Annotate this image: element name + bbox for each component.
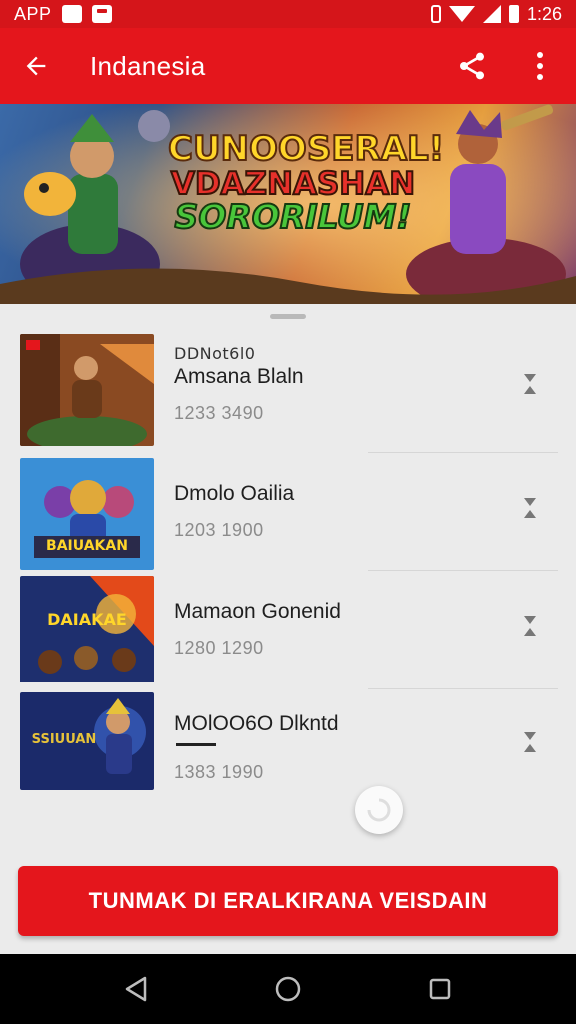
wifi-icon — [448, 6, 475, 22]
banner-line-2: VDAZNASHAN — [170, 165, 416, 202]
game-name: Dmolo Oailia — [174, 482, 295, 505]
divider — [368, 452, 558, 453]
home-circle-icon — [275, 976, 301, 1002]
divider — [368, 688, 558, 689]
primary-action-button[interactable]: TUNMAK DI ERALKIRANA VEISDAIN — [18, 866, 558, 936]
notification-icon — [61, 5, 82, 23]
nav-home-button[interactable] — [266, 967, 310, 1011]
message-icon — [91, 5, 112, 23]
list-item[interactable]: DDNot6l0 Amsana Blaln 1233 3490 — [0, 334, 576, 446]
game-list-sheet: DDNot6l0 Amsana Blaln 1233 3490 BAIUAKAN… — [0, 304, 576, 954]
thumbnail-caption: SSIUUAN — [31, 732, 97, 747]
promo-banner[interactable]: CUNOOSERAL! VDAZNASHAN SORORILUM! — [0, 104, 576, 304]
divider — [368, 570, 558, 571]
refresh-icon — [367, 798, 391, 822]
recents-square-icon — [429, 978, 451, 1000]
download-button[interactable] — [510, 722, 550, 762]
game-size: 1383 1990 — [174, 762, 264, 782]
underline-mark — [176, 743, 216, 747]
game-name: Mamaon Gonenid — [174, 600, 341, 623]
download-icon — [524, 732, 536, 752]
game-thumbnail — [20, 334, 154, 446]
list-item[interactable]: BAIUAKAN Dmolo Oailia 1203 1900 — [0, 458, 576, 570]
download-button[interactable] — [510, 364, 550, 404]
status-time: 1:26 — [526, 3, 562, 24]
share-icon — [460, 52, 484, 80]
game-size: 1280 1290 — [174, 638, 264, 658]
list-item[interactable]: SSIUUAN MOlOO6O Dlkntd 1383 1990 — [0, 692, 576, 804]
app-bar: Indanesia — [0, 28, 576, 104]
game-size: 1203 1900 — [174, 520, 264, 540]
banner-title: CUNOOSERAL! VDAZNASHAN SORORILUM! — [167, 129, 445, 237]
more-options-button[interactable] — [514, 28, 566, 104]
status-app-label: APP — [14, 3, 52, 24]
game-thumbnail: SSIUUAN — [20, 692, 154, 790]
loading-spinner — [355, 786, 403, 834]
banner-line-3: SORORILUM! — [174, 197, 413, 237]
thumbnail-caption: BAIUAKAN — [46, 538, 128, 554]
list-item[interactable]: DAIAKAE Mamaon Gonenid 1280 1290 — [0, 576, 576, 688]
nav-back-button[interactable] — [114, 967, 158, 1011]
game-size: 1233 3490 — [174, 403, 264, 423]
download-button[interactable] — [510, 488, 550, 528]
more-vert-icon — [537, 52, 543, 80]
signal-icon — [482, 5, 501, 23]
back-triangle-icon — [125, 976, 147, 1002]
nav-recents-button[interactable] — [418, 967, 462, 1011]
bluetooth-icon — [430, 5, 441, 23]
drag-handle[interactable] — [270, 314, 306, 319]
game-subtitle: DDNot6l0 — [174, 344, 256, 363]
game-thumbnail: BAIUAKAN — [20, 458, 154, 570]
system-nav-bar — [0, 954, 576, 1024]
game-name: Amsana Blaln — [174, 365, 304, 388]
back-arrow-icon — [26, 56, 46, 76]
back-button[interactable] — [0, 28, 72, 104]
download-icon — [524, 374, 536, 394]
share-button[interactable] — [446, 28, 498, 104]
status-bar: APP 1:26 — [0, 0, 576, 28]
download-icon — [524, 616, 536, 636]
game-name: MOlOO6O Dlkntd — [174, 712, 339, 735]
download-icon — [524, 498, 536, 518]
thumbnail-caption: DAIAKAE — [47, 610, 127, 629]
battery-icon — [508, 5, 519, 23]
page-title: Indanesia — [90, 50, 206, 81]
game-thumbnail: DAIAKAE — [20, 576, 154, 688]
banner-line-1: CUNOOSERAL! — [167, 129, 445, 169]
download-button[interactable] — [510, 606, 550, 646]
